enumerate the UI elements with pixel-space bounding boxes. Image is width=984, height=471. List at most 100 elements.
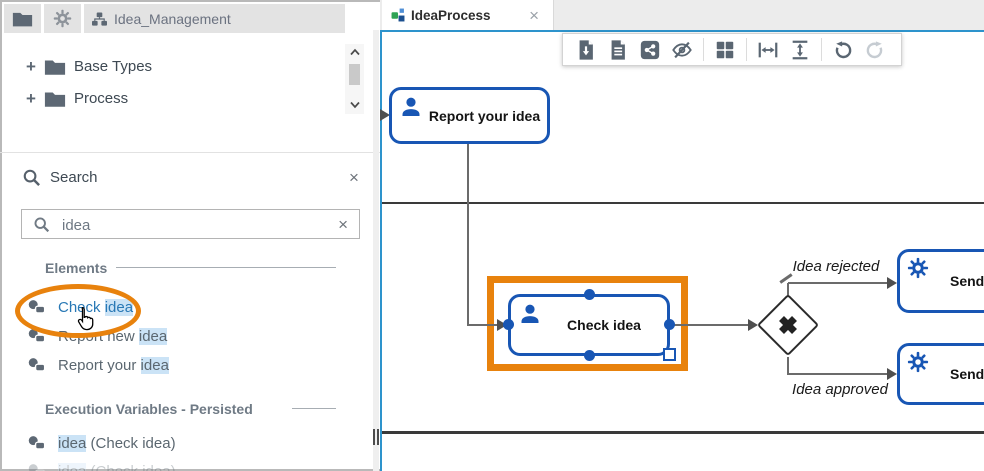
service-gear-icon [907, 257, 929, 279]
folder-icon [12, 10, 33, 27]
flow-arrowhead [887, 277, 897, 289]
section-rule [292, 408, 336, 409]
tree-item-base-types[interactable]: + Base Types [26, 56, 152, 76]
section-divider [0, 152, 380, 153]
variable-item-label: idea (Check idea) [58, 463, 176, 471]
search-field: × [21, 209, 360, 239]
redo-icon[interactable] [864, 39, 886, 61]
selection-handle-bottom[interactable] [584, 350, 595, 361]
match-highlight: idea [139, 328, 167, 345]
user-task-icon [28, 299, 47, 315]
project-tab-label: Idea_Management [114, 11, 231, 27]
flow-label-rejected: Idea rejected [786, 258, 886, 275]
selection-handle-right[interactable] [664, 319, 675, 330]
match-highlight: idea [105, 299, 133, 316]
tree-scrollbar[interactable] [345, 44, 364, 114]
selection-handle-left[interactable] [503, 319, 514, 330]
diagram-toolbar [562, 33, 902, 66]
flow-arrowhead [748, 319, 758, 331]
user-icon [518, 302, 542, 326]
scrollbar-thumb[interactable] [349, 64, 360, 85]
element-item-report-your-idea[interactable]: Report your idea [28, 355, 169, 375]
toolbar-separator [703, 38, 704, 61]
sitemap-icon [92, 12, 107, 26]
close-icon[interactable]: × [349, 169, 359, 186]
user-icon [399, 95, 423, 119]
resize-handle[interactable] [663, 348, 676, 361]
user-task-icon [28, 357, 47, 373]
task-send-bottom[interactable]: Send [897, 343, 984, 405]
flow-arrowhead [887, 368, 897, 380]
project-tab[interactable]: Idea_Management [84, 4, 345, 33]
application-window: Idea_Management + Base Types + Process S… [0, 0, 984, 471]
search-input[interactable] [60, 210, 324, 240]
flow-line [672, 324, 749, 326]
task-check-idea[interactable]: Check idea [508, 294, 670, 356]
search-icon [33, 216, 50, 233]
gateway-x-icon [775, 312, 801, 338]
toolbar-separator [746, 38, 747, 61]
label-text: (Check idea) [86, 463, 175, 471]
task-label: Send [950, 273, 984, 289]
tab-close-icon[interactable]: × [529, 7, 539, 24]
match-highlight: idea [58, 435, 86, 452]
search-icon [22, 168, 41, 187]
search-panel-title: Search [50, 169, 98, 186]
match-highlight: idea [141, 357, 169, 374]
tab-label: IdeaProcess [411, 8, 491, 23]
flow-line [467, 324, 498, 326]
open-folder-button[interactable] [4, 4, 41, 33]
label-text: Report your [58, 357, 141, 374]
tree-item-label: Process [74, 90, 128, 107]
settings-button[interactable] [44, 4, 81, 33]
task-send-top[interactable]: Send [897, 249, 984, 313]
editor-tab-bar: IdeaProcess × [380, 0, 984, 30]
panel-splitter[interactable] [373, 30, 379, 471]
share-icon[interactable] [639, 39, 661, 61]
splitter-handle-icon[interactable] [373, 429, 379, 445]
variable-item-idea[interactable]: idea (Check idea) [28, 433, 176, 453]
service-gear-icon [907, 351, 929, 373]
hide-icon[interactable] [671, 39, 693, 61]
elements-section-title: Elements [45, 260, 107, 276]
task-label: Report your idea [422, 108, 547, 124]
task-label: Check idea [541, 317, 667, 333]
flow-line [788, 282, 889, 284]
fit-height-icon[interactable] [789, 39, 811, 61]
section-rule [116, 267, 336, 268]
match-highlight: idea [58, 463, 86, 471]
sidebar: Idea_Management + Base Types + Process S… [0, 0, 380, 471]
user-task-icon [28, 463, 47, 471]
scroll-down-icon[interactable] [349, 101, 361, 109]
variable-item-idea-partial[interactable]: idea (Check idea) [28, 461, 176, 471]
grid-icon[interactable] [714, 39, 736, 61]
tree-item-process[interactable]: + Process [26, 88, 128, 108]
task-label: Send [950, 366, 984, 382]
toolbar-separator [821, 38, 822, 61]
label-text: (Check idea) [86, 435, 175, 452]
user-task-icon [28, 328, 47, 344]
export-file-icon[interactable] [575, 39, 597, 61]
expand-icon[interactable]: + [26, 90, 36, 107]
expand-icon[interactable]: + [26, 58, 36, 75]
scroll-up-icon[interactable] [349, 48, 361, 56]
variable-item-label: idea (Check idea) [58, 435, 176, 452]
selection-handle-top[interactable] [584, 289, 595, 300]
gear-icon [53, 9, 72, 28]
tab-ideaprocess[interactable]: IdeaProcess × [382, 0, 554, 30]
document-icon[interactable] [607, 39, 629, 61]
tree-item-label: Base Types [74, 58, 152, 75]
folder-icon [44, 58, 66, 75]
flow-label-approved: Idea approved [788, 381, 892, 398]
label-text: Report new [58, 328, 139, 345]
element-item-label: Report your idea [58, 357, 169, 374]
flow-line [788, 373, 889, 375]
search-panel-header: Search [22, 167, 98, 187]
undo-icon[interactable] [832, 39, 854, 61]
fit-width-icon[interactable] [757, 39, 779, 61]
element-item-report-new-idea[interactable]: Report new idea [28, 326, 167, 346]
clear-icon[interactable]: × [338, 216, 348, 233]
task-report-your-idea[interactable]: Report your idea [389, 87, 550, 144]
flow-line [467, 144, 469, 326]
process-tab-icon [391, 8, 405, 22]
